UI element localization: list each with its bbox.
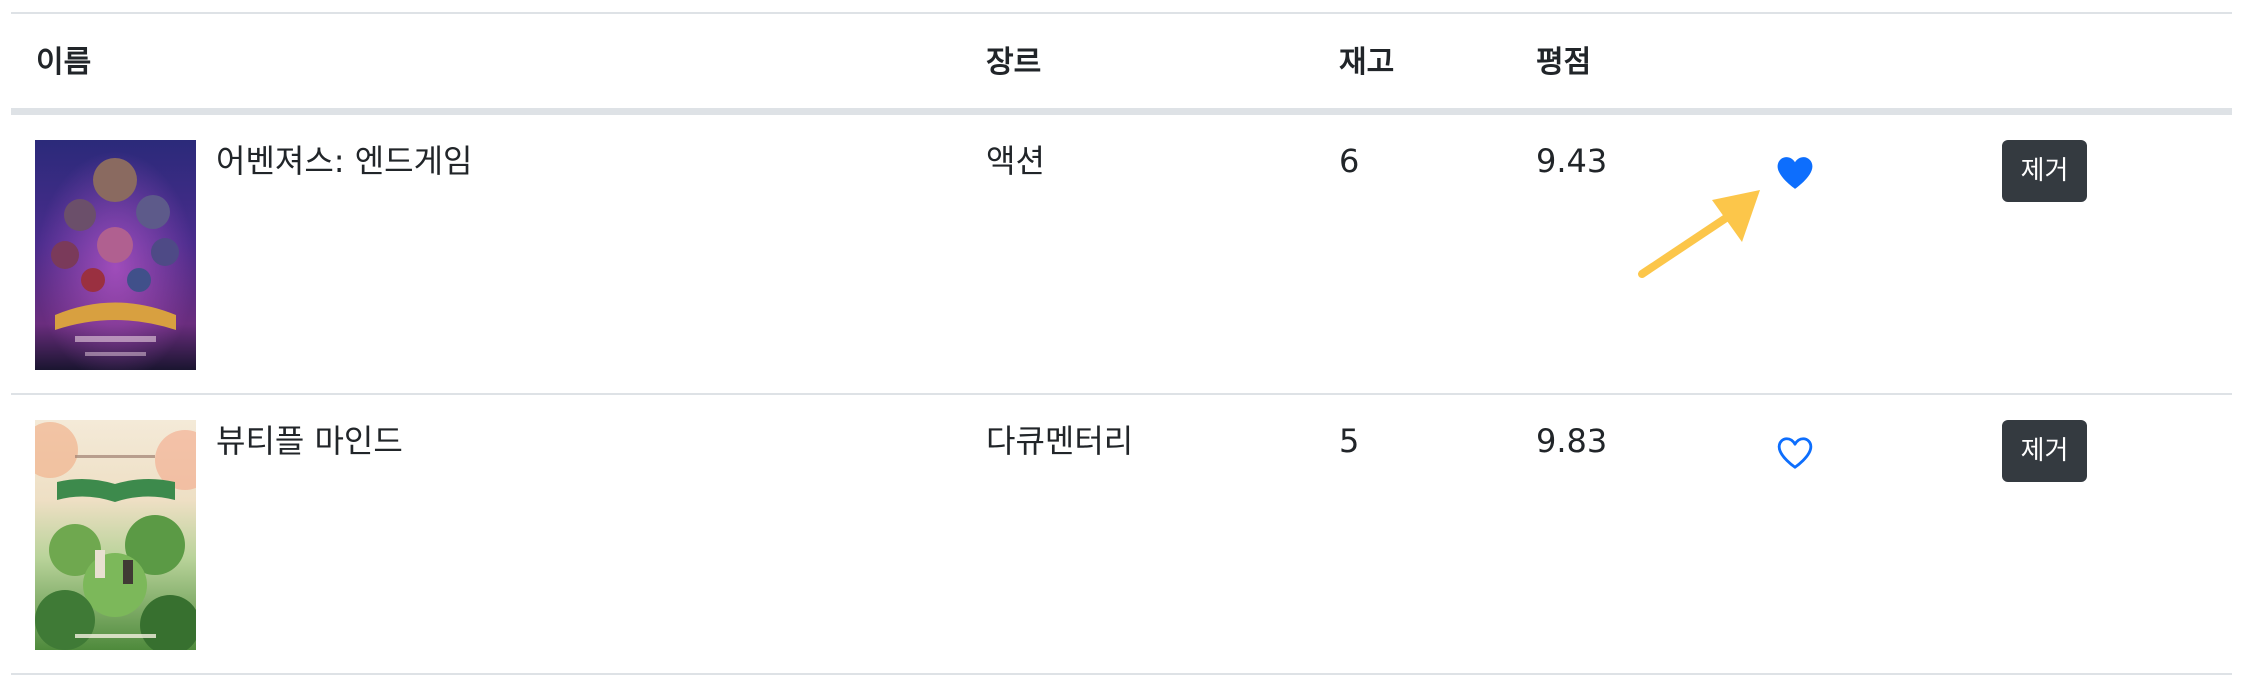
heart-filled-icon[interactable] [1776,155,1814,191]
header-rating: 평점 [1536,45,1592,80]
table-row: 어벤져스: 엔드게임 액션 6 9.43 제거 [11,115,2232,395]
heart-outline-icon[interactable] [1776,435,1814,471]
remove-button[interactable]: 제거 [2002,420,2087,482]
movie-rating: 9.83 [1536,422,1608,460]
avengers-poster-image [35,140,196,370]
movie-stock: 6 [1339,142,1360,180]
movie-name: 어벤져스: 엔드게임 [216,142,473,180]
movie-genre: 다큐멘터리 [986,422,1134,460]
header-genre: 장르 [986,45,1042,80]
movie-stock: 5 [1339,422,1360,460]
header-name: 이름 [36,45,92,80]
movie-genre: 액션 [986,142,1045,180]
movie-rating: 9.43 [1536,142,1608,180]
table-row: 뷰티플 마인드 다큐멘터리 5 9.83 제거 [11,395,2232,675]
movie-name: 뷰티플 마인드 [216,422,403,460]
beautiful-mind-poster-image [35,420,196,650]
movie-table: 이름 장르 재고 평점 어벤져스: 엔드게임 액션 6 9.43 제거 뷰티플 … [11,12,2232,675]
table-header-row: 이름 장르 재고 평점 [11,14,2232,115]
remove-button[interactable]: 제거 [2002,140,2087,202]
header-stock: 재고 [1339,45,1395,80]
